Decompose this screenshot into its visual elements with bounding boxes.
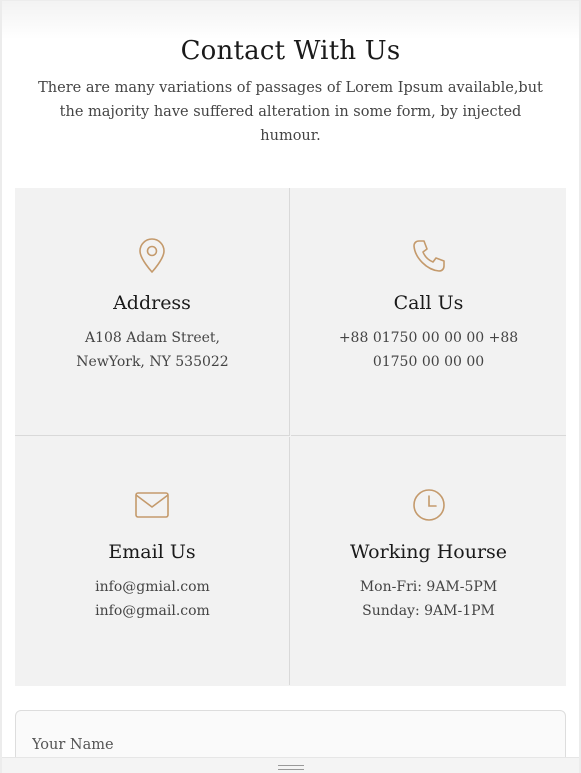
card-line: NewYork, NY 535022 [76, 354, 229, 370]
address-card: Address A108 Adam Street, NewYork, NY 53… [15, 188, 290, 436]
card-line: Sunday: 9AM-1PM [362, 603, 495, 619]
card-details: +88 01750 00 00 00 +88 01750 00 00 00 [321, 326, 536, 374]
card-line: 01750 00 00 00 [372, 354, 485, 370]
bottom-sheet-bar [0, 757, 581, 773]
header-shadow [0, 0, 581, 40]
map-pin-icon [15, 238, 289, 274]
card-title: Email Us [108, 541, 196, 563]
envelope-icon [15, 487, 289, 523]
hours-card: Working Hourse Mon-Fri: 9AM-5PM Sunday: … [291, 437, 566, 685]
card-title: Call Us [393, 292, 464, 314]
card-line: Mon-Fri: 9AM-5PM [359, 579, 498, 595]
card-line: info@gmail.com [95, 603, 210, 619]
card-title: Working Hourse [349, 541, 508, 563]
card-details: A108 Adam Street, NewYork, NY 535022 [45, 326, 260, 374]
section-subtitle: There are many variations of passages of… [38, 80, 543, 144]
call-card: Call Us +88 01750 00 00 00 +88 01750 00 … [291, 188, 566, 436]
card-details: Mon-Fri: 9AM-5PM Sunday: 9AM-1PM [321, 575, 536, 623]
card-line: +88 01750 00 00 00 +88 [338, 330, 519, 346]
section-title: Contact With Us [180, 36, 401, 66]
card-title: Address [113, 292, 191, 314]
card-line: info@gmial.com [95, 579, 210, 595]
card-line: A108 Adam Street, [85, 330, 220, 346]
phone-icon [291, 238, 566, 274]
drag-handle[interactable] [278, 765, 304, 770]
email-card: Email Us info@gmial.com info@gmail.com [15, 437, 290, 685]
clock-icon [291, 487, 566, 523]
contact-info-grid: Address A108 Adam Street, NewYork, NY 53… [15, 188, 566, 686]
card-details: info@gmial.com info@gmail.com [45, 575, 260, 623]
